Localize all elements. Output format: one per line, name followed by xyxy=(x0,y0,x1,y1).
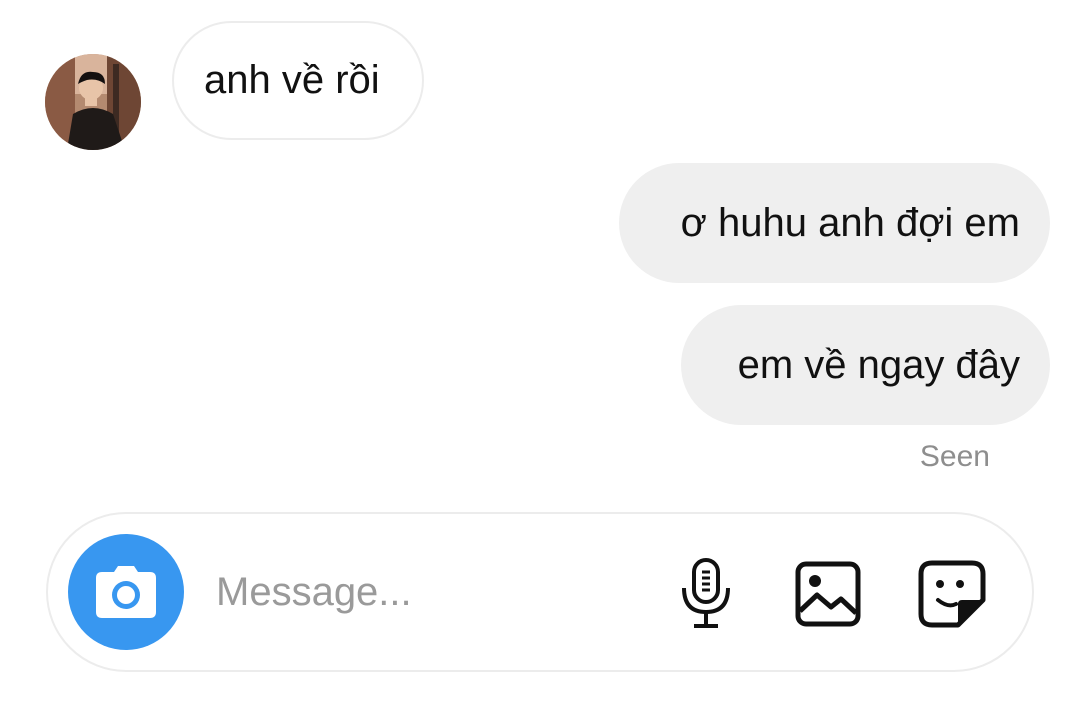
gallery-button[interactable] xyxy=(790,556,866,632)
message-text: anh về rồi xyxy=(204,58,380,102)
microphone-icon xyxy=(682,558,730,628)
message-text: ơ huhu anh đợi em xyxy=(680,200,1020,245)
message-input[interactable] xyxy=(216,554,636,630)
sticker-button[interactable] xyxy=(914,556,990,632)
sender-avatar[interactable] xyxy=(45,54,141,150)
message-composer xyxy=(46,512,1034,672)
message-text: em về ngay đây xyxy=(737,342,1020,387)
incoming-message-bubble[interactable]: anh về rồi xyxy=(172,21,424,140)
camera-icon xyxy=(96,566,156,618)
outgoing-message-bubble[interactable]: em về ngay đây xyxy=(681,305,1050,425)
voice-message-button[interactable] xyxy=(668,556,744,632)
outgoing-message-bubble[interactable]: ơ huhu anh đợi em xyxy=(619,163,1050,283)
seen-status: Seen xyxy=(919,440,990,473)
camera-button[interactable] xyxy=(68,534,184,650)
gallery-icon xyxy=(795,561,861,627)
avatar-photo xyxy=(45,54,141,150)
sticker-icon xyxy=(918,560,986,628)
